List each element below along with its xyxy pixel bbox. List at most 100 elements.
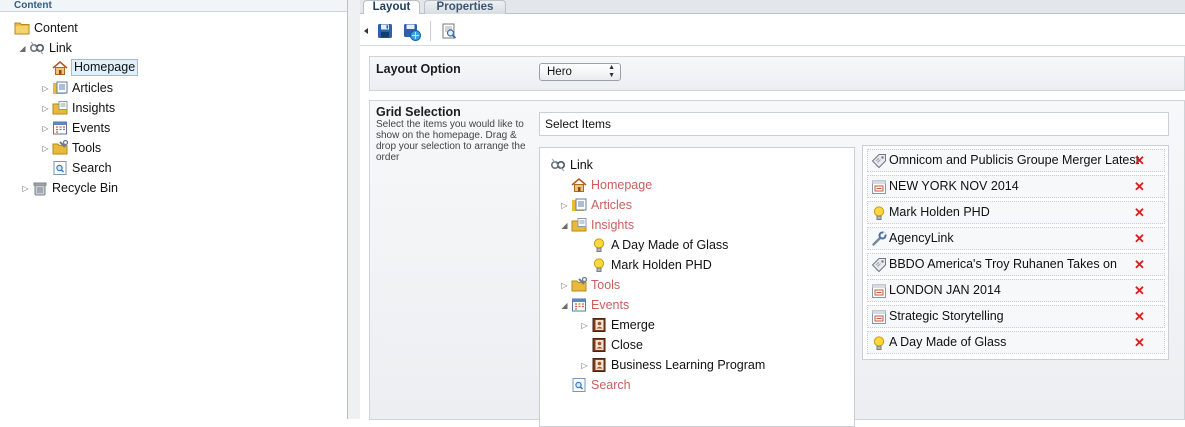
grid-selection-section: Grid Selection Select the items you woul… xyxy=(369,100,1185,427)
expand-toggle-icon[interactable]: ▷ xyxy=(41,104,50,113)
expand-toggle-icon[interactable]: ▷ xyxy=(41,84,50,93)
source-tree-item-label: Search xyxy=(591,378,631,392)
calendar-icon xyxy=(871,283,887,299)
updown-arrows-icon: ▲ ▼ xyxy=(608,64,615,79)
insights-folder-icon xyxy=(52,100,68,116)
remove-item-icon[interactable]: ✕ xyxy=(1134,280,1145,301)
articles-icon xyxy=(571,197,587,213)
expand-toggle-icon[interactable]: ▷ xyxy=(580,321,589,330)
tools-icon xyxy=(52,139,69,156)
selected-item-label: Mark Holden PHD xyxy=(889,205,990,219)
tree-item-label: Search xyxy=(72,161,112,175)
event-book-icon xyxy=(591,317,607,333)
link-icon xyxy=(550,157,566,173)
collapse-toggle-icon[interactable]: ◢ xyxy=(18,44,27,53)
link-icon xyxy=(29,40,45,56)
tab-layout[interactable]: Layout xyxy=(363,0,420,15)
expand-toggle-icon[interactable]: ▷ xyxy=(41,124,50,133)
tree-item-label: Events xyxy=(72,121,111,135)
splitter[interactable] xyxy=(348,0,360,419)
recycle-bin-icon xyxy=(32,180,48,196)
tree-item-label: Tools xyxy=(72,141,102,155)
toolbar xyxy=(360,14,1185,46)
events-icon xyxy=(571,297,587,313)
source-tree-item-label: Business Learning Program xyxy=(611,358,766,372)
arrow-left-icon[interactable] xyxy=(362,23,370,39)
source-tree-item-label: Close xyxy=(611,338,643,352)
selected-item[interactable]: BBDO America's Troy Ruhanen Takes on ✕ xyxy=(867,253,1165,276)
source-tree: Link Homepage ▷ Articles ◢ Insights A Day Made… xyxy=(539,147,855,427)
content-tree-panel: Content Content ◢ Link Homepage ▷ Articles ▷ In… xyxy=(0,0,348,419)
selected-item[interactable]: LONDON JAN 2014 ✕ xyxy=(867,279,1165,302)
articles-icon xyxy=(52,80,68,96)
source-tree-item-label: Tools xyxy=(591,278,621,292)
selected-item-label: NEW YORK NOV 2014 xyxy=(889,179,1019,193)
save-publish-icon[interactable] xyxy=(403,23,421,41)
expand-toggle-icon[interactable]: ▷ xyxy=(560,281,569,290)
tree-item-label: Content xyxy=(34,21,78,35)
source-tree-item-label: Emerge xyxy=(611,318,655,332)
tree-item-label: Insights xyxy=(72,101,116,115)
lightbulb-icon xyxy=(871,335,887,351)
selected-item-label: LONDON JAN 2014 xyxy=(889,283,1001,297)
calendar-icon xyxy=(871,309,887,325)
selected-item[interactable]: NEW YORK NOV 2014 ✕ xyxy=(867,175,1165,198)
expand-toggle-icon[interactable]: ▷ xyxy=(560,201,569,210)
remove-item-icon[interactable]: ✕ xyxy=(1134,202,1145,223)
remove-item-icon[interactable]: ✕ xyxy=(1134,332,1145,353)
lightbulb-icon xyxy=(871,205,887,221)
expand-toggle-icon[interactable]: ▷ xyxy=(580,361,589,370)
collapse-toggle-icon[interactable]: ◢ xyxy=(560,301,569,310)
expand-toggle-icon[interactable]: ▷ xyxy=(41,144,50,153)
selected-item[interactable]: Strategic Storytelling ✕ xyxy=(867,305,1165,328)
tree-item-label: Recycle Bin xyxy=(52,181,118,195)
remove-item-icon[interactable]: ✕ xyxy=(1134,176,1145,197)
source-tree-item-label: Insights xyxy=(591,218,635,232)
wrench-icon xyxy=(871,231,887,247)
insights-folder-icon xyxy=(571,217,587,233)
source-tree-item-label: A Day Made of Glass xyxy=(611,238,729,252)
editor-panel: Layout Properties Layout Option Hero ▲ ▼… xyxy=(360,0,1185,427)
selected-item[interactable]: Mark Holden PHD ✕ xyxy=(867,201,1165,224)
selected-item-label: Omnicom and Publicis Groupe Merger Lates… xyxy=(889,153,1140,167)
tree-item-label: Link xyxy=(49,41,72,55)
remove-item-icon[interactable]: ✕ xyxy=(1134,228,1145,249)
selected-item[interactable]: A Day Made of Glass ✕ xyxy=(867,331,1165,354)
remove-item-icon[interactable]: ✕ xyxy=(1134,150,1145,171)
layout-option-section: Layout Option Hero ▲ ▼ xyxy=(369,56,1185,91)
collapse-toggle-icon[interactable]: ◢ xyxy=(560,221,569,230)
selected-item[interactable]: Omnicom and Publicis Groupe Merger Lates… xyxy=(867,149,1165,172)
expand-toggle-icon[interactable]: ▷ xyxy=(21,184,30,193)
events-icon xyxy=(52,120,68,136)
lightbulb-icon xyxy=(591,237,607,253)
lightbulb-icon xyxy=(591,257,607,273)
tab-bar: Layout Properties xyxy=(360,0,1185,15)
source-tree-item-label: Homepage xyxy=(591,178,653,192)
selected-item-label: AgencyLink xyxy=(889,231,954,245)
remove-item-icon[interactable]: ✕ xyxy=(1134,306,1145,327)
event-book-icon xyxy=(591,337,607,353)
selected-items-list: Omnicom and Publicis Groupe Merger Lates… xyxy=(862,145,1169,360)
search-page-icon xyxy=(571,377,587,393)
preview-icon[interactable] xyxy=(441,23,457,39)
selected-item[interactable]: AgencyLink ✕ xyxy=(867,227,1165,250)
save-icon[interactable] xyxy=(377,23,393,39)
content-tree-header: Content xyxy=(0,0,347,12)
search-page-icon xyxy=(52,160,68,176)
event-book-icon xyxy=(591,357,607,373)
layout-option-dropdown[interactable]: Hero ▲ ▼ xyxy=(539,63,621,81)
tools-icon xyxy=(571,276,588,293)
grid-selection-description: Select the items you would like to show … xyxy=(376,119,526,163)
grid-selection-label: Grid Selection xyxy=(376,105,461,119)
source-tree-item-label: Articles xyxy=(591,198,632,212)
selected-item-label: A Day Made of Glass xyxy=(889,335,1007,349)
remove-item-icon[interactable]: ✕ xyxy=(1134,254,1145,275)
selected-item-label: BBDO America's Troy Ruhanen Takes on xyxy=(889,257,1117,271)
tag-icon xyxy=(871,257,887,273)
tab-properties[interactable]: Properties xyxy=(424,0,506,14)
toolbar-separator xyxy=(430,21,431,41)
select-items-header: Select Items xyxy=(539,112,1169,136)
folder-icon xyxy=(14,20,30,36)
source-tree-item-label: Mark Holden PHD xyxy=(611,258,712,272)
source-tree-item-label: Events xyxy=(591,298,630,312)
